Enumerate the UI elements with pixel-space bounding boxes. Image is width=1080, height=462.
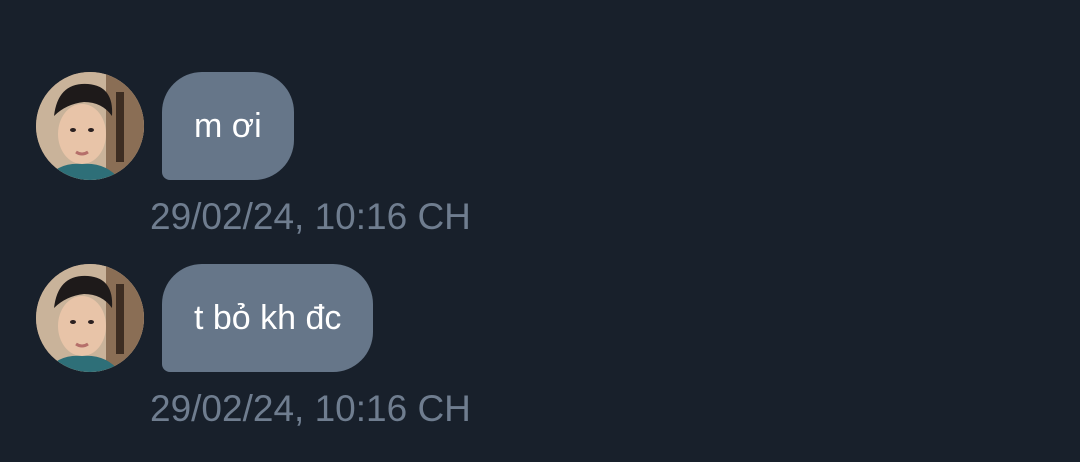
avatar-photo-icon [36, 264, 144, 372]
sender-avatar[interactable] [36, 72, 144, 180]
message-bubble[interactable]: m ơi [162, 72, 294, 180]
message-text: m ơi [194, 106, 262, 145]
message-timestamp: 29/02/24, 10:16 CH [150, 196, 471, 237]
message-bubble[interactable]: t bỏ kh đc [162, 264, 374, 372]
message-text: t bỏ kh đc [194, 298, 342, 337]
message-timestamp: 29/02/24, 10:16 CH [150, 388, 471, 429]
chat-screen: m ơi 29/02/24, 10:16 CH t bỏ kh đc 29/02… [0, 0, 1080, 462]
sender-avatar[interactable] [36, 264, 144, 372]
avatar-photo-icon [36, 72, 144, 180]
